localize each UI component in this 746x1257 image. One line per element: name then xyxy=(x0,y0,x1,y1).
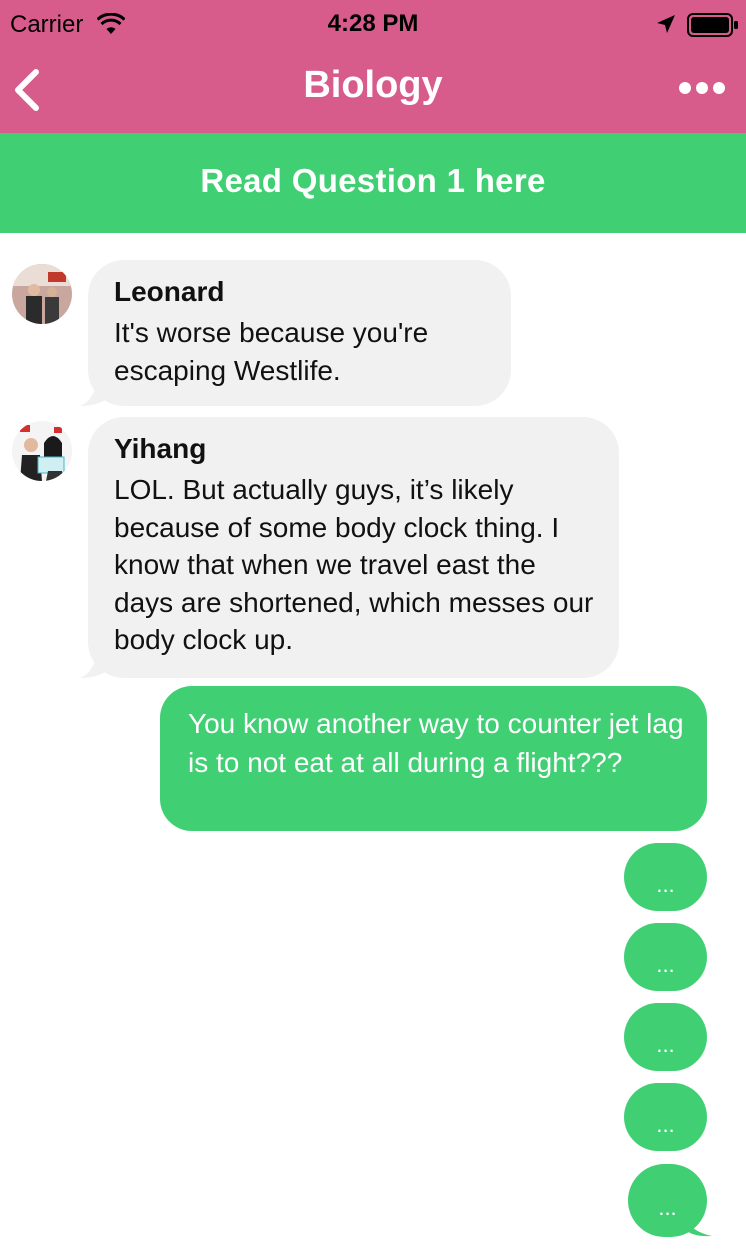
nav-bar: Biology xyxy=(0,50,746,133)
avatar-photo-icon xyxy=(12,264,72,324)
typing-indicator: ... xyxy=(624,1083,707,1151)
message-sender: Yihang xyxy=(114,433,207,464)
page-title: Biology xyxy=(303,64,443,106)
read-question-button[interactable]: Read Question 1 here xyxy=(0,133,746,233)
typing-dots: ... xyxy=(658,1195,677,1220)
typing-dots: ... xyxy=(656,1032,675,1057)
typing-indicator: ... xyxy=(624,923,707,991)
avatar-leonard xyxy=(12,264,72,324)
location-arrow-icon xyxy=(657,15,675,33)
typing-indicator: ... xyxy=(624,843,707,911)
avatar-yihang xyxy=(12,421,72,481)
battery-icon xyxy=(687,13,738,37)
message-text: It's worse because you're escaping Westl… xyxy=(114,317,429,386)
more-dots-icon[interactable] xyxy=(676,76,728,100)
message-text: LOL. But actually guys, it’s likely beca… xyxy=(114,474,594,655)
header: Carrier 4:28 PM Biology xyxy=(0,0,746,133)
message-text: You know another way to counter jet lag … xyxy=(188,708,684,778)
avatar-photo-icon xyxy=(12,421,72,481)
message-bubble-leonard: Leonard It's worse because you're escapi… xyxy=(88,260,511,406)
typing-indicator: ... xyxy=(628,1164,707,1237)
typing-dots: ... xyxy=(656,952,675,977)
message-sender: Leonard xyxy=(114,276,225,307)
typing-indicator: ... xyxy=(624,1003,707,1071)
typing-dots: ... xyxy=(656,1112,675,1137)
typing-dots: ... xyxy=(656,872,675,897)
status-time: 4:28 PM xyxy=(327,10,419,37)
message-bubble-outgoing: You know another way to counter jet lag … xyxy=(160,686,707,831)
message-bubble-yihang: Yihang LOL. But actually guys, it’s like… xyxy=(88,417,619,678)
chat-screen: Carrier 4:28 PM Biology Read Question 1 … xyxy=(0,0,746,1257)
status-bar: Carrier 4:28 PM xyxy=(0,0,746,50)
